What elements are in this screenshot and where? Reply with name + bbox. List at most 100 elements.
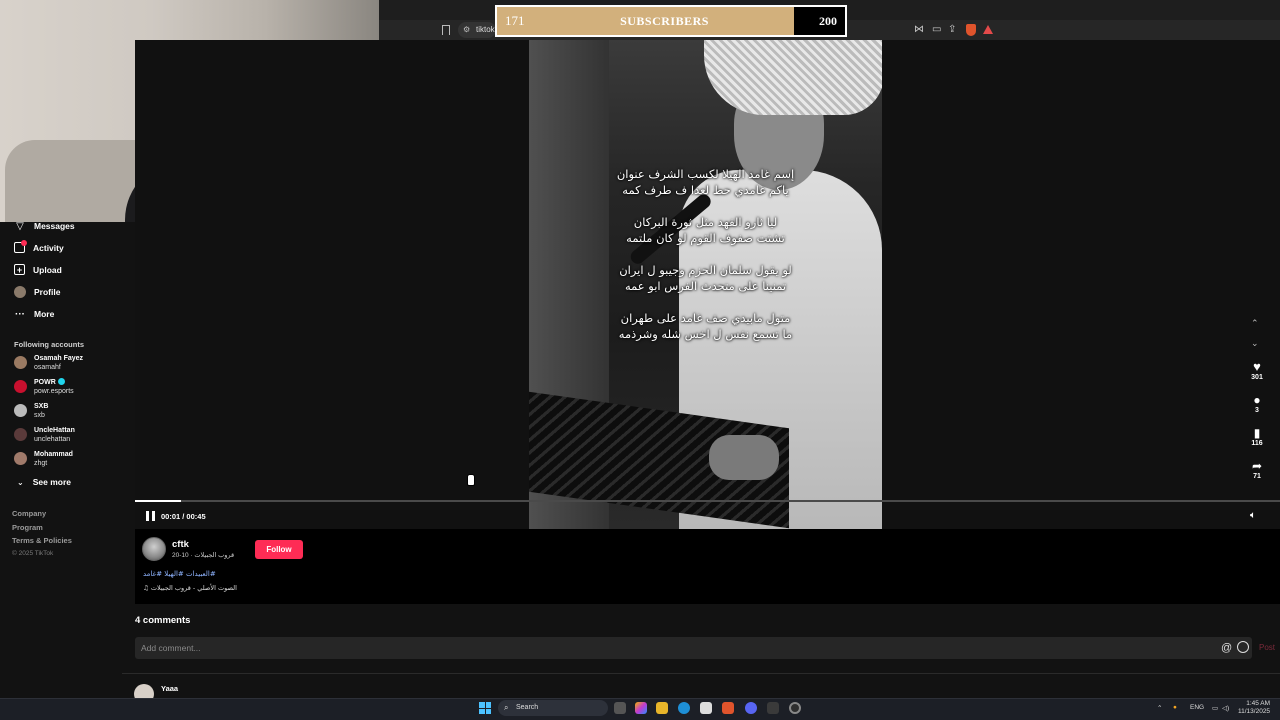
lyrics-line: ليا ثارو الفهد مثل ثورة البركان bbox=[633, 215, 778, 229]
author-subtitle: قروب الجبيلات · 10-20 bbox=[172, 552, 235, 559]
app-icon[interactable] bbox=[767, 702, 779, 714]
video-info-area bbox=[135, 529, 1280, 604]
post-button[interactable]: Post bbox=[1259, 643, 1275, 652]
nav-profile[interactable]: Profile bbox=[14, 286, 60, 298]
obs-icon[interactable] bbox=[789, 702, 801, 714]
discord-icon[interactable] bbox=[745, 702, 757, 714]
network-icon[interactable]: ▭ bbox=[1212, 704, 1218, 712]
copyright: © 2025 TikTok bbox=[12, 549, 54, 557]
video-person-ghutra bbox=[704, 40, 882, 115]
nav-more[interactable]: ··· More bbox=[14, 308, 54, 320]
see-more-button[interactable]: ⌄ See more bbox=[17, 477, 71, 487]
video-person-hand bbox=[709, 435, 779, 480]
translate-icon[interactable]: ⋈ bbox=[914, 23, 924, 37]
footer-link-program[interactable]: Program bbox=[12, 523, 72, 532]
lyrics-line: متول مابيدي صف غامد على طهران bbox=[620, 311, 791, 325]
hashtags[interactable]: #العبيدات #الهيلا #غامد bbox=[143, 570, 216, 578]
nav-upload[interactable]: + Upload bbox=[14, 264, 62, 275]
footer-link-company[interactable]: Company bbox=[12, 509, 72, 518]
brave-rewards-icon[interactable] bbox=[983, 25, 993, 34]
bookmark-icon[interactable] bbox=[442, 25, 450, 35]
reader-icon[interactable]: ▭ bbox=[932, 23, 941, 37]
verified-badge-icon bbox=[57, 378, 65, 385]
lyrics-line: تشتت صفوف القوم لو كان ملتمه bbox=[626, 231, 785, 245]
windows-start-icon[interactable] bbox=[479, 702, 491, 714]
account-avatar bbox=[14, 428, 27, 441]
profile-avatar-icon bbox=[14, 286, 26, 298]
lyrics-line: ما تسمع نفس ل اخس شله وشرذمه bbox=[618, 327, 793, 341]
mention-icon[interactable]: @ bbox=[1221, 642, 1232, 654]
inbox-icon bbox=[14, 240, 27, 253]
lyrics-line: تمنينا على متحدث الفرس ابو عمه bbox=[624, 279, 787, 293]
address-text: tiktok bbox=[476, 25, 495, 34]
address-bar[interactable]: ⚙ tiktok bbox=[458, 22, 496, 38]
store-icon[interactable] bbox=[700, 702, 712, 714]
author-avatar[interactable] bbox=[142, 537, 166, 561]
mouse-cursor bbox=[467, 474, 475, 486]
lyrics-line: إسم غامد الهيلا لكسب الشرف عنوان bbox=[616, 167, 795, 181]
lyrics-stanza: متول مابيدي صف غامد على طهران ما تسمع نف… bbox=[529, 310, 882, 342]
share-icon[interactable]: ⇪ bbox=[948, 23, 956, 37]
tray-chevron-icon[interactable]: ⌃ bbox=[1157, 704, 1162, 712]
nav-activity[interactable]: Activity bbox=[14, 240, 64, 253]
file-explorer-icon[interactable] bbox=[656, 702, 668, 714]
account-item[interactable]: SXB sxb bbox=[14, 402, 48, 420]
account-item[interactable]: UncleHattan unclehattan bbox=[14, 426, 75, 444]
subs-label: SUBSCRIBERS bbox=[620, 13, 709, 28]
following-accounts-label: Following accounts bbox=[14, 340, 85, 349]
taskbar-search-label: Search bbox=[516, 704, 539, 711]
emoji-icon[interactable] bbox=[1237, 641, 1249, 653]
video-progress-fill bbox=[135, 500, 181, 502]
clock-time: 1:45 AM bbox=[1246, 700, 1271, 707]
account-item[interactable]: Mohammad zhgt bbox=[14, 450, 73, 468]
author-name[interactable]: cftk bbox=[172, 539, 189, 550]
video-lyrics: إسم غامد الهيلا لكسب الشرف عنوان ياكم غا… bbox=[529, 166, 882, 358]
footer-link-terms[interactable]: Terms & Policies bbox=[12, 536, 72, 545]
comment-button[interactable]: ● 3 bbox=[1242, 393, 1272, 414]
taskbar-search[interactable]: ⌕ Search bbox=[498, 700, 608, 716]
nav-messages[interactable]: ▽ Messages bbox=[14, 220, 75, 232]
account-avatar bbox=[14, 452, 27, 465]
search-icon: ⌕ bbox=[504, 703, 509, 712]
like-button[interactable]: ♥ 301 bbox=[1242, 360, 1272, 382]
site-settings-icon[interactable]: ⚙ bbox=[463, 25, 470, 34]
lyrics-line: لو يقول سلمان الحزم وجيبو ل ايران bbox=[619, 263, 792, 277]
commenter-name[interactable]: Yaaa bbox=[161, 684, 178, 693]
copilot-icon[interactable] bbox=[635, 702, 647, 714]
see-more-label: See more bbox=[32, 477, 71, 487]
comment-count: 3 bbox=[1255, 407, 1259, 414]
account-name: Osamah Fayez bbox=[34, 355, 84, 362]
chevron-up-icon[interactable]: ⌃ bbox=[1251, 318, 1259, 329]
follow-button[interactable]: Follow bbox=[255, 540, 303, 559]
brave-browser-icon[interactable] bbox=[722, 702, 734, 714]
volume-icon[interactable]: 🔈︎ bbox=[1250, 510, 1256, 521]
save-button[interactable]: ▮ 116 bbox=[1242, 426, 1272, 447]
lyrics-stanza: إسم غامد الهيلا لكسب الشرف عنوان ياكم غا… bbox=[529, 166, 882, 198]
account-handle: unclehattan bbox=[34, 436, 71, 443]
brave-shield-icon[interactable] bbox=[966, 24, 976, 36]
share-button[interactable]: ➦ 71 bbox=[1242, 459, 1272, 480]
chevron-down-icon: ⌄ bbox=[17, 478, 24, 487]
pause-icon[interactable] bbox=[146, 511, 155, 521]
edge-icon[interactable] bbox=[678, 702, 690, 714]
lyrics-stanza: ليا ثارو الفهد مثل ثورة البركان تشتت صفو… bbox=[529, 214, 882, 246]
chevron-down-icon[interactable]: ⌄ bbox=[1251, 338, 1259, 349]
bookmark-fill-icon: ▮ bbox=[1253, 426, 1261, 440]
nav-label: Upload bbox=[33, 264, 62, 275]
original-sound[interactable]: ♫ الصوت الأصلي - قروب الجبيلات bbox=[143, 584, 237, 592]
account-avatar bbox=[14, 356, 27, 369]
account-item[interactable]: Osamah Fayez osamahf bbox=[14, 354, 83, 372]
notification-badge bbox=[21, 240, 27, 246]
share-arrow-icon: ➦ bbox=[1251, 459, 1263, 473]
video-progress-bar[interactable] bbox=[135, 500, 1280, 502]
mic-tray-icon[interactable]: ● bbox=[1173, 704, 1177, 711]
video-frame[interactable]: إسم غامد الهيلا لكسب الشرف عنوان ياكم غا… bbox=[529, 40, 882, 529]
lyrics-stanza: لو يقول سلمان الحزم وجيبو ل ايران تمنينا… bbox=[529, 262, 882, 294]
language-indicator[interactable]: ENG bbox=[1190, 704, 1204, 711]
account-name: UncleHattan bbox=[34, 427, 75, 434]
speaker-icon[interactable]: ◁) bbox=[1222, 704, 1229, 712]
comment-input[interactable]: Add comment... bbox=[135, 637, 1252, 659]
taskbar-clock[interactable]: 1:45 AM 11/13/2025 bbox=[1238, 700, 1270, 716]
task-view-icon[interactable] bbox=[614, 702, 626, 714]
account-item[interactable]: POWR powr.esports bbox=[14, 378, 74, 396]
